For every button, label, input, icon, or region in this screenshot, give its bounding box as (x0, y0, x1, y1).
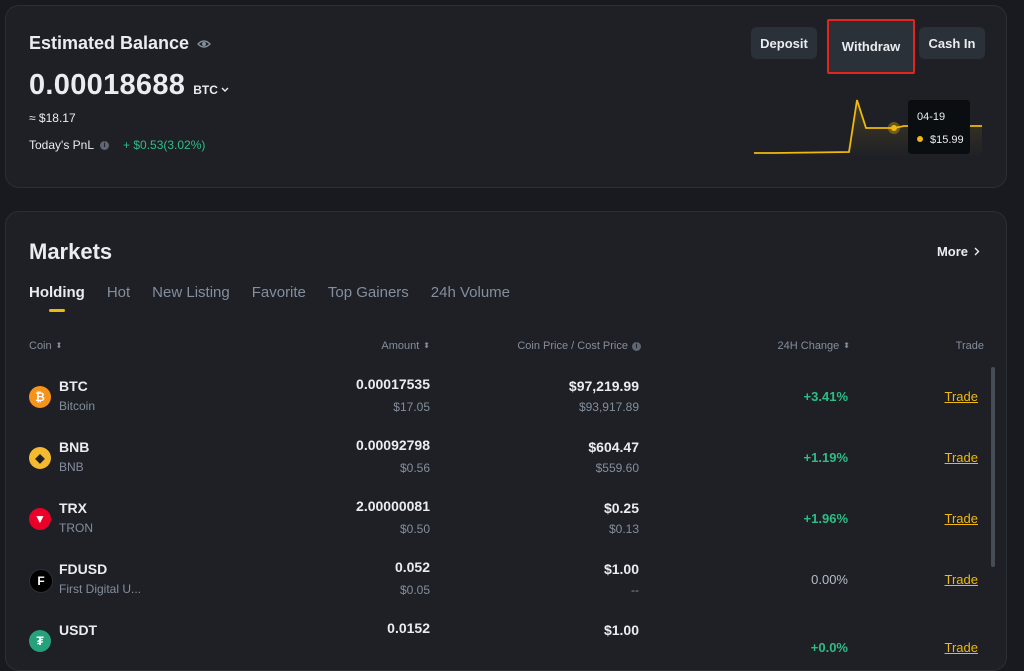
coin-name: BNB (59, 460, 84, 474)
estimated-balance-card: Estimated Balance 0.00018688 BTC ≈ $18.1… (5, 5, 1007, 188)
tab-top-gainers[interactable]: Top Gainers (328, 284, 409, 301)
coin-amount-usd: $0.50 (399, 522, 430, 536)
more-label: More (936, 244, 968, 259)
table-row[interactable]: F FDUSD First Digital U... 0.052 $0.05 $… (6, 557, 1006, 618)
tooltip-value: $15.99 (930, 134, 964, 146)
markets-card: Markets More Holding Hot New Listing Fav… (5, 211, 1007, 671)
coin-amount-usd: $17.05 (393, 400, 430, 414)
balance-title: Estimated Balance (29, 33, 212, 54)
coin-name: TRON (59, 521, 93, 535)
table-row[interactable]: ₮ USDT 0.0152 $1.00 +0.0% Trade (6, 618, 1006, 670)
column-amount-label: Amount (381, 340, 420, 352)
tab-new-listing[interactable]: New Listing (152, 284, 230, 301)
change-24h: +1.96% (803, 511, 848, 526)
chevron-right-icon (974, 247, 980, 256)
info-icon[interactable]: i (632, 341, 641, 351)
column-coin[interactable]: Coin ⬍ (29, 340, 62, 352)
coin-price: $1.00 (603, 622, 639, 638)
coin-amount: 0.052 (394, 559, 430, 575)
trade-link[interactable]: Trade (945, 511, 978, 526)
pnl-value: + $0.53(3.02%) (123, 138, 206, 152)
coin-amount: 0.0152 (387, 620, 430, 636)
coin-amount: 0.00092798 (356, 437, 430, 453)
tooltip-date: 04-19 (917, 111, 945, 123)
column-price: Coin Price / Cost Price i (517, 340, 641, 352)
table-scrollbar[interactable] (991, 367, 995, 567)
tooltip-dot (917, 136, 923, 142)
coin-price: $97,219.99 (568, 378, 639, 394)
coin-amount-usd: $0.05 (399, 583, 430, 597)
coin-amount-usd: $0.56 (399, 461, 430, 475)
trade-link[interactable]: Trade (945, 450, 978, 465)
coin-price: $0.25 (603, 500, 639, 516)
withdraw-label: Withdraw (841, 39, 901, 54)
pnl-label: Today's PnL (29, 138, 94, 152)
tab-24h-volume[interactable]: 24h Volume (431, 284, 510, 301)
cost-price: -- (631, 583, 639, 597)
column-change-label: 24H Change (777, 340, 840, 352)
column-price-label: Coin Price / Cost Price (517, 340, 628, 352)
deposit-label: Deposit (760, 35, 808, 51)
change-24h: +0.0% (810, 640, 848, 655)
currency-selector[interactable]: BTC (193, 83, 229, 97)
tether-icon: ₮ (29, 630, 51, 652)
cash-in-label: Cash In (928, 35, 976, 51)
withdraw-button[interactable]: Withdraw (827, 19, 915, 74)
column-trade: Trade (956, 340, 984, 352)
balance-title-text: Estimated Balance (29, 33, 190, 53)
bnb-icon: ◆ (29, 447, 51, 469)
tab-hot[interactable]: Hot (107, 284, 130, 301)
sort-icon: ⬍ (843, 341, 850, 350)
currency-label: BTC (193, 83, 218, 97)
deposit-button[interactable]: Deposit (751, 27, 817, 59)
more-link[interactable]: More (937, 244, 980, 259)
change-24h: 0.00% (811, 572, 848, 587)
trade-link[interactable]: Trade (945, 572, 978, 587)
cost-price: $0.13 (608, 522, 639, 536)
tab-favorite[interactable]: Favorite (252, 284, 306, 301)
eye-icon[interactable] (197, 39, 212, 49)
column-change[interactable]: 24H Change ⬍ (778, 340, 850, 352)
coin-name: Bitcoin (59, 399, 96, 413)
fdusd-icon: F (29, 569, 53, 593)
change-24h: +1.19% (803, 450, 848, 465)
todays-pnl: Today's PnL i + $0.53(3.02%) (29, 138, 205, 152)
trade-link[interactable]: Trade (945, 640, 978, 655)
balance-amount-value: 0.00018688 (29, 69, 186, 101)
coin-price: $604.47 (588, 439, 639, 455)
markets-title: Markets (29, 239, 113, 264)
bitcoin-icon: ₿ (29, 386, 51, 408)
coin-amount: 2.00000081 (356, 498, 430, 514)
sort-icon: ⬍ (423, 341, 430, 350)
balance-sparkline[interactable]: 04-19 $15.99 (754, 96, 982, 158)
coin-symbol: USDT (59, 622, 98, 638)
tron-icon: ▼ (29, 508, 51, 530)
column-trade-label: Trade (955, 340, 984, 352)
sort-icon: ⬍ (55, 341, 63, 350)
change-24h: +3.41% (803, 389, 848, 404)
info-icon[interactable]: i (100, 140, 109, 150)
coin-name: First Digital U... (59, 582, 142, 596)
table-row[interactable]: ◆ BNB BNB 0.00092798 $0.56 $604.47 $559.… (6, 435, 1006, 496)
market-tabs: Holding Hot New Listing Favorite Top Gai… (29, 284, 510, 301)
table-row[interactable]: ₿ BTC Bitcoin 0.00017535 $17.05 $97,219.… (6, 374, 1006, 435)
column-amount[interactable]: Amount ⬍ (381, 340, 430, 352)
chevron-down-icon (221, 87, 229, 92)
trade-link[interactable]: Trade (945, 389, 978, 404)
cost-price: $93,917.89 (578, 400, 639, 414)
balance-usd-value: ≈ $18.17 (29, 111, 76, 125)
coin-symbol: BNB (59, 439, 90, 455)
column-coin-label: Coin (29, 340, 52, 352)
table-row[interactable]: ▼ TRX TRON 2.00000081 $0.50 $0.25 $0.13 … (6, 496, 1006, 557)
coin-symbol: TRX (59, 500, 87, 516)
coin-price: $1.00 (603, 561, 639, 577)
cash-in-button[interactable]: Cash In (919, 27, 985, 59)
coin-symbol: BTC (59, 378, 88, 394)
balance-amount: 0.00018688 BTC (29, 69, 229, 102)
sparkline-point (891, 125, 897, 131)
coin-amount: 0.00017535 (356, 376, 430, 392)
cost-price: $559.60 (595, 461, 639, 475)
tab-holding[interactable]: Holding (29, 284, 85, 301)
coin-symbol: FDUSD (59, 561, 108, 577)
